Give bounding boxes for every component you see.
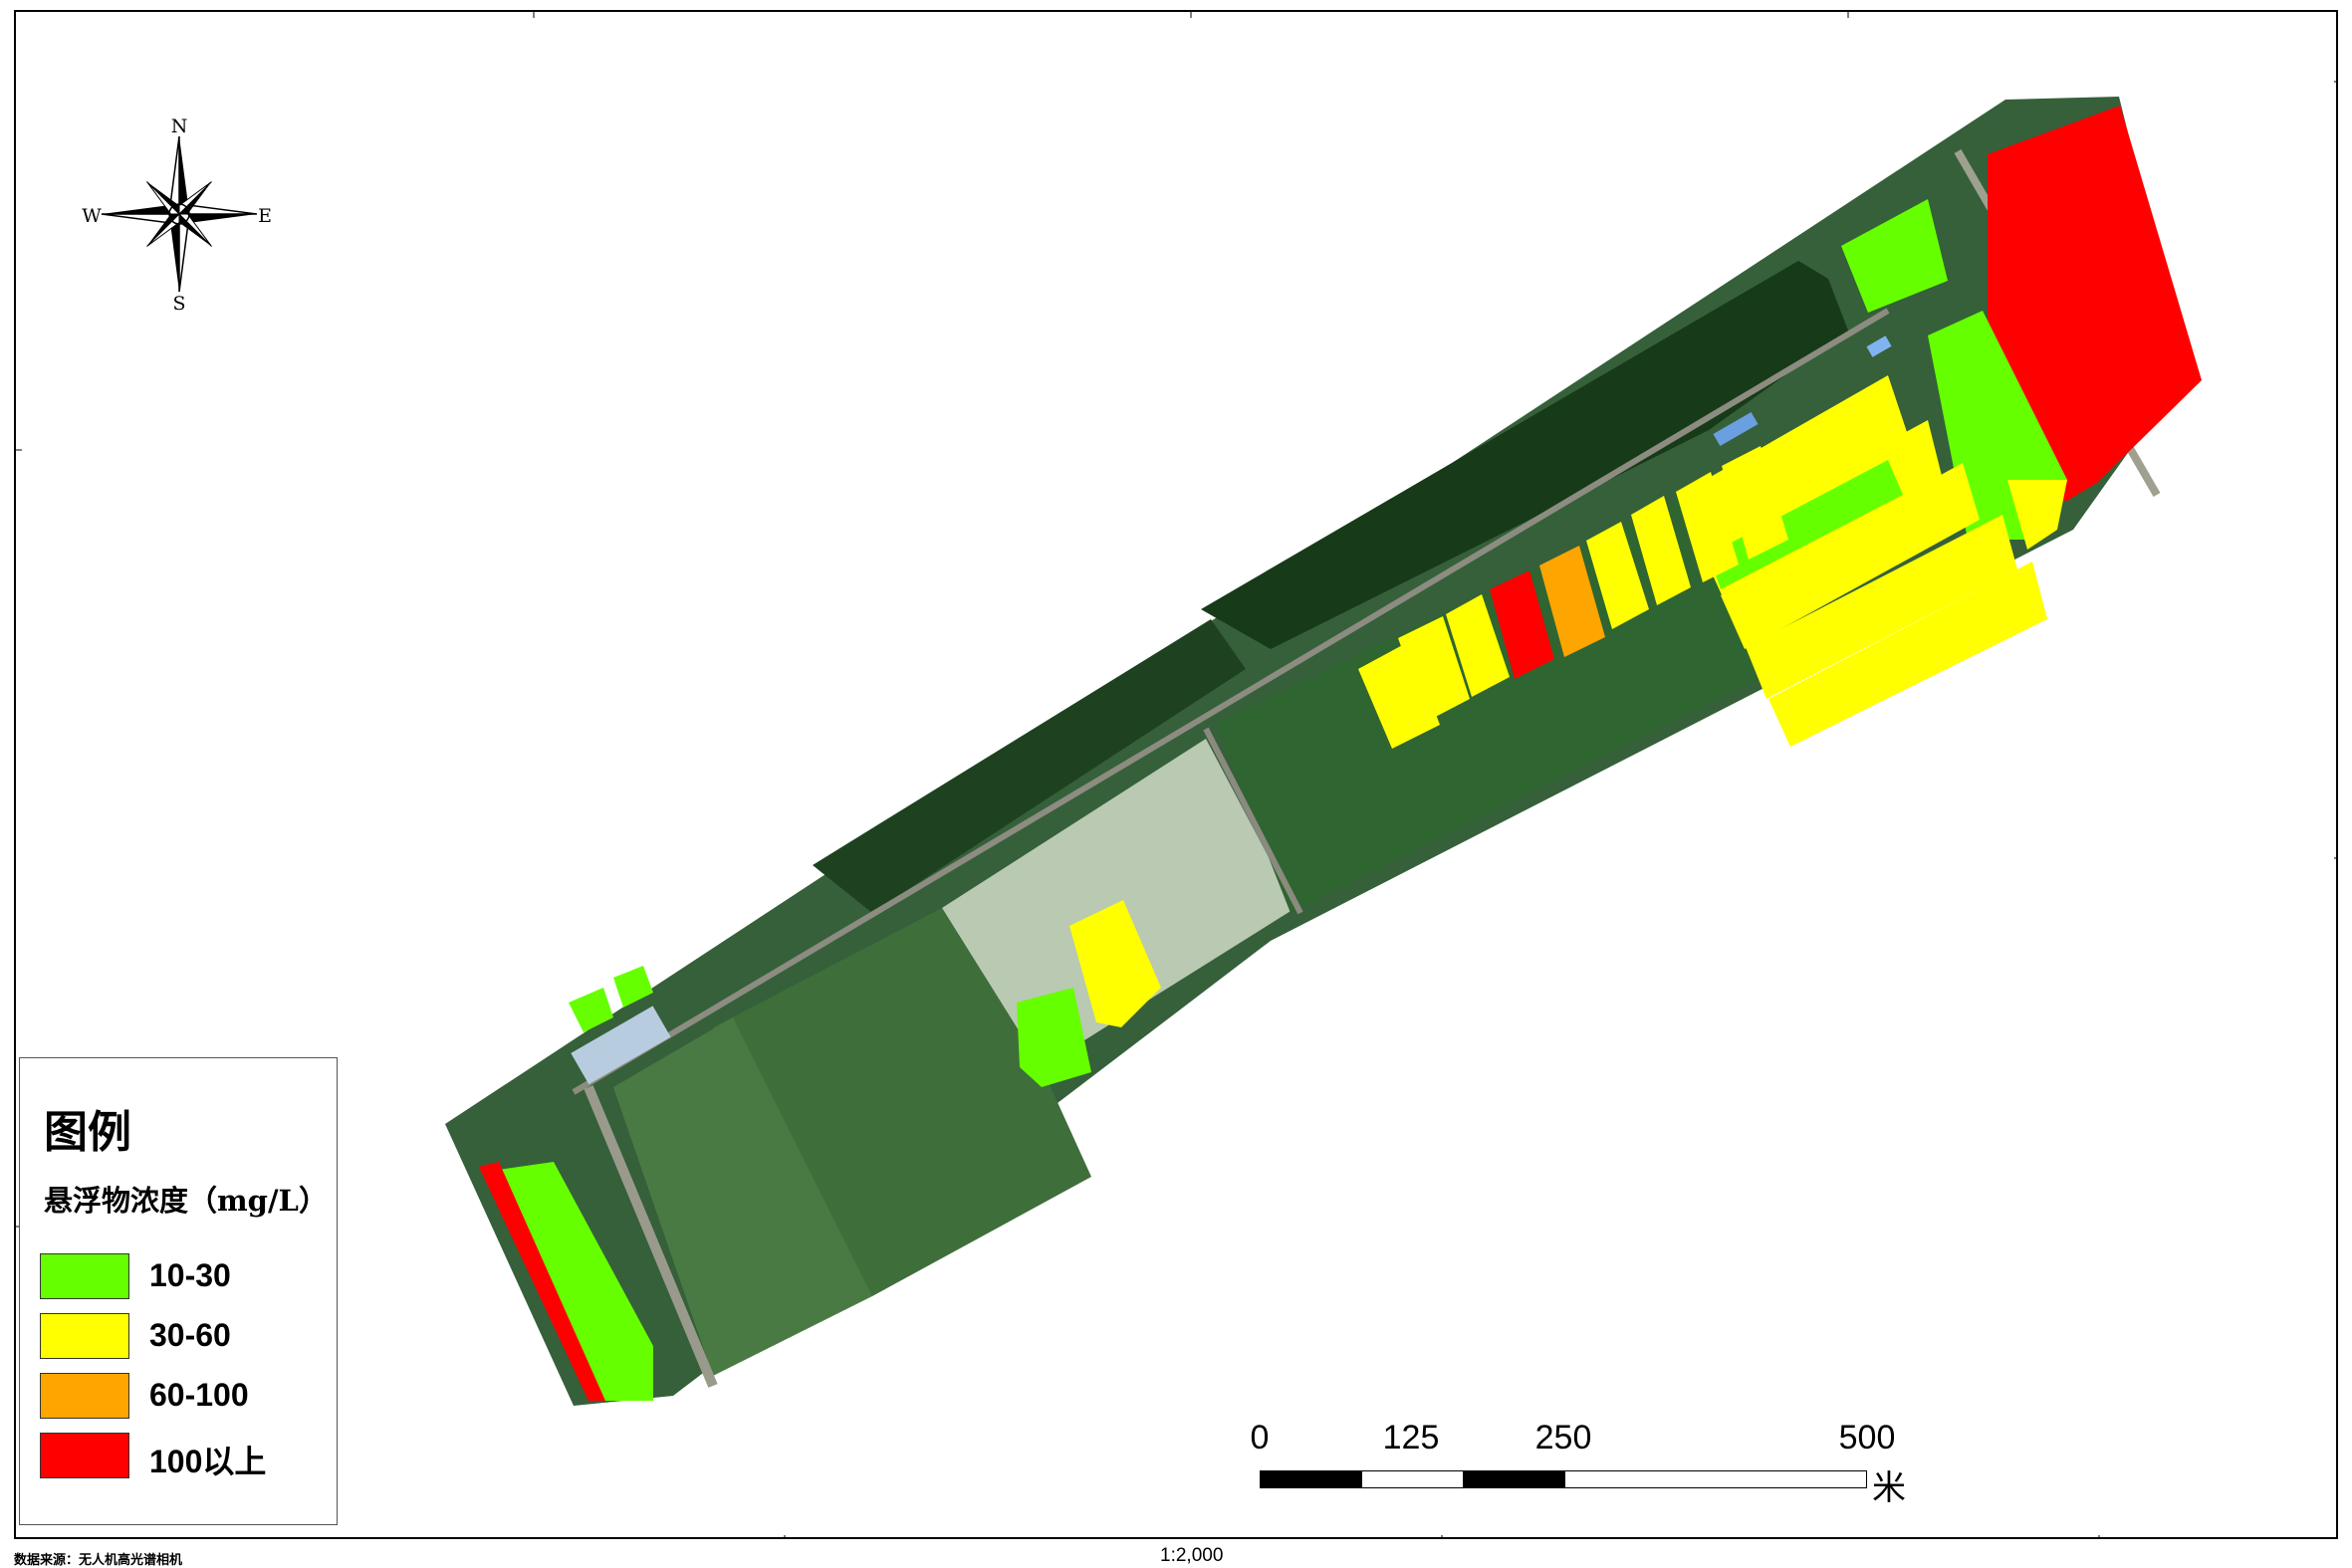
scale-label-500: 500	[1838, 1419, 1896, 1456]
scale-label-0: 0	[1250, 1419, 1270, 1456]
scale-bar: 0 125 250 500 米	[1245, 1419, 1922, 1508]
legend-swatch	[40, 1373, 129, 1419]
legend-label: 30-60	[149, 1317, 231, 1353]
legend-item-100-plus: 100以上	[40, 1433, 329, 1479]
legend-item-30-60: 30-60	[40, 1313, 329, 1359]
legend-label: 100以上	[149, 1444, 267, 1479]
compass-south: S	[172, 293, 186, 315]
map-canvas[interactable]	[16, 12, 2338, 1539]
legend-swatch	[40, 1433, 129, 1478]
legend-swatch	[40, 1253, 129, 1299]
compass-west: W	[82, 205, 102, 227]
legend-box: 图例 悬浮物浓度（mg/L） 10-30 30-60 60-100 100以上	[19, 1057, 338, 1525]
legend-item-10-30: 10-30	[40, 1253, 329, 1299]
legend-item-60-100: 60-100	[40, 1373, 329, 1419]
scale-label-250: 250	[1534, 1419, 1592, 1456]
legend-title: 图例	[44, 1107, 131, 1158]
legend-swatch	[40, 1313, 129, 1359]
scale-segment	[1564, 1470, 1867, 1488]
scale-label-125: 125	[1382, 1419, 1440, 1456]
map-scale-ratio: 1:2,000	[1160, 1545, 1224, 1566]
scale-segment	[1260, 1470, 1362, 1488]
scale-unit: 米	[1872, 1468, 1906, 1508]
legend-subtitle: 悬浮物浓度（mg/L）	[44, 1184, 328, 1218]
imagery-strip	[445, 97, 2187, 1406]
map-frame	[14, 10, 2338, 1539]
data-source-note: 数据来源：无人机高光谱相机	[14, 1553, 183, 1568]
compass-north: N	[170, 115, 188, 137]
legend-label: 60-100	[149, 1377, 249, 1413]
legend-label: 10-30	[149, 1257, 231, 1293]
compass-rose: N S E W	[80, 114, 289, 315]
compass-east: E	[258, 205, 272, 227]
scale-segment	[1463, 1470, 1565, 1488]
scale-segment	[1361, 1470, 1464, 1488]
